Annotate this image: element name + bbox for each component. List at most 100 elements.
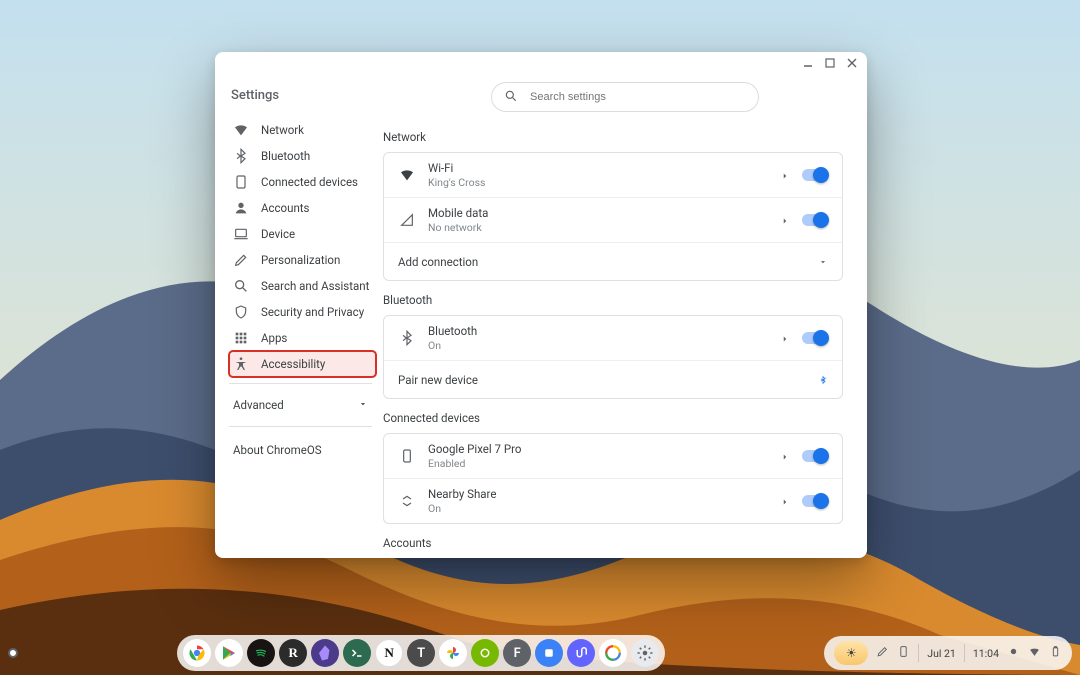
app-google-photos[interactable] bbox=[439, 639, 467, 667]
card-connected: Google Pixel 7 Pro Enabled Nearby Share … bbox=[383, 433, 843, 524]
sidebar-item-label: Search and Assistant bbox=[261, 279, 369, 293]
phone-toggle[interactable] bbox=[802, 450, 828, 462]
row-nearby-share[interactable]: Nearby Share On bbox=[384, 478, 842, 523]
mobile-data-toggle[interactable] bbox=[802, 214, 828, 226]
settings-window: Settings Network Bluetooth Connected dev… bbox=[215, 52, 867, 558]
search-input[interactable] bbox=[528, 90, 746, 104]
row-mobile-data[interactable]: Mobile data No network bbox=[384, 197, 842, 242]
shelf-app-row: R N T F bbox=[177, 635, 665, 671]
app-notion[interactable]: N bbox=[375, 639, 403, 667]
signal-icon bbox=[398, 212, 416, 228]
shelf: R N T F ☀ Jul 21 11:04 bbox=[0, 631, 1080, 675]
chevron-down-icon bbox=[818, 252, 828, 271]
chevron-right-icon bbox=[780, 166, 790, 185]
app-chrome[interactable] bbox=[183, 639, 211, 667]
app-todoist[interactable]: T bbox=[407, 639, 435, 667]
sidebar-item-accounts[interactable]: Accounts bbox=[229, 195, 376, 221]
window-minimize-button[interactable] bbox=[799, 54, 817, 72]
search-settings-box[interactable] bbox=[491, 82, 759, 112]
row-add-connection[interactable]: Add connection bbox=[384, 242, 842, 280]
laptop-icon bbox=[233, 226, 249, 242]
search-icon bbox=[233, 278, 249, 294]
sidebar-item-label: Apps bbox=[261, 331, 287, 345]
sidebar-item-label: Device bbox=[261, 227, 295, 241]
brush-icon bbox=[233, 252, 249, 268]
section-title-accounts: Accounts bbox=[383, 536, 843, 550]
wifi-toggle[interactable] bbox=[802, 169, 828, 181]
sidebar-item-label: Bluetooth bbox=[261, 149, 310, 163]
weather-pill[interactable]: ☀ bbox=[834, 641, 868, 665]
sidebar-item-label: Network bbox=[261, 123, 304, 137]
status-tray[interactable]: ☀ Jul 21 11:04 bbox=[824, 636, 1072, 670]
chevron-right-icon bbox=[780, 492, 790, 511]
app-title: Settings bbox=[231, 88, 376, 103]
sidebar-item-label: Security and Privacy bbox=[261, 305, 364, 319]
nav-divider bbox=[229, 426, 372, 427]
status-time: 11:04 bbox=[973, 647, 999, 660]
bluetooth-pair-icon bbox=[818, 370, 828, 389]
wifi-icon bbox=[233, 122, 249, 138]
sidebar-item-accessibility[interactable]: Accessibility bbox=[229, 351, 376, 377]
sidebar-item-device[interactable]: Device bbox=[229, 221, 376, 247]
window-titlebar bbox=[215, 52, 867, 74]
sidebar-item-search-assistant[interactable]: Search and Assistant bbox=[229, 273, 376, 299]
sidebar-item-label: Accounts bbox=[261, 201, 310, 215]
notification-dot-icon[interactable] bbox=[1007, 645, 1020, 661]
person-icon bbox=[233, 200, 249, 216]
bluetooth-icon bbox=[233, 148, 249, 164]
status-date: Jul 21 bbox=[927, 647, 956, 660]
sidebar-item-security[interactable]: Security and Privacy bbox=[229, 299, 376, 325]
sidebar-advanced[interactable]: Advanced bbox=[229, 390, 376, 420]
nearby-share-toggle[interactable] bbox=[802, 495, 828, 507]
battery-status-icon bbox=[1049, 645, 1062, 661]
nearby-share-icon bbox=[398, 493, 416, 509]
app-files[interactable]: F bbox=[503, 639, 531, 667]
chevron-right-icon bbox=[780, 211, 790, 230]
section-title-connected: Connected devices bbox=[383, 411, 843, 425]
app-spotify[interactable] bbox=[247, 639, 275, 667]
sidebar-item-connected-devices[interactable]: Connected devices bbox=[229, 169, 376, 195]
shield-icon bbox=[233, 304, 249, 320]
window-maximize-button[interactable] bbox=[821, 54, 839, 72]
separator bbox=[918, 644, 919, 662]
sidebar-item-network[interactable]: Network bbox=[229, 117, 376, 143]
settings-sidebar: Settings Network Bluetooth Connected dev… bbox=[215, 74, 383, 558]
phone-hub-icon[interactable] bbox=[897, 645, 910, 661]
row-pair-device[interactable]: Pair new device bbox=[384, 360, 842, 398]
row-bluetooth[interactable]: Bluetooth On bbox=[384, 316, 842, 360]
app-roon[interactable]: R bbox=[279, 639, 307, 667]
row-phone[interactable]: Google Pixel 7 Pro Enabled bbox=[384, 434, 842, 478]
wifi-icon bbox=[398, 167, 416, 183]
app-mastodon[interactable] bbox=[567, 639, 595, 667]
chevron-down-icon bbox=[358, 398, 368, 412]
sidebar-about[interactable]: About ChromeOS bbox=[229, 433, 376, 467]
card-network: Wi-Fi King's Cross Mobile data No networ… bbox=[383, 152, 843, 281]
stylus-icon[interactable] bbox=[876, 645, 889, 661]
sidebar-item-label: Accessibility bbox=[261, 357, 325, 371]
app-settings[interactable] bbox=[631, 639, 659, 667]
sidebar-item-label: Connected devices bbox=[261, 175, 358, 189]
sidebar-item-apps[interactable]: Apps bbox=[229, 325, 376, 351]
app-terminal[interactable] bbox=[343, 639, 371, 667]
devices-icon bbox=[233, 174, 249, 190]
nav-divider bbox=[229, 383, 372, 384]
settings-main: Network Wi-Fi King's Cross bbox=[383, 74, 867, 558]
search-icon bbox=[504, 88, 518, 107]
window-close-button[interactable] bbox=[843, 54, 861, 72]
app-nvidia[interactable] bbox=[471, 639, 499, 667]
section-title-bluetooth: Bluetooth bbox=[383, 293, 843, 307]
bluetooth-icon bbox=[398, 330, 416, 346]
app-play-store[interactable] bbox=[215, 639, 243, 667]
separator bbox=[964, 644, 965, 662]
bluetooth-toggle[interactable] bbox=[802, 332, 828, 344]
section-title-network: Network bbox=[383, 130, 843, 144]
launcher-button[interactable] bbox=[8, 648, 18, 658]
phone-icon bbox=[398, 448, 416, 464]
app-obsidian[interactable] bbox=[311, 639, 339, 667]
accessibility-icon bbox=[233, 356, 249, 372]
sidebar-item-personalization[interactable]: Personalization bbox=[229, 247, 376, 273]
app-bluesky[interactable] bbox=[535, 639, 563, 667]
app-google-keep[interactable] bbox=[599, 639, 627, 667]
sidebar-item-bluetooth[interactable]: Bluetooth bbox=[229, 143, 376, 169]
row-wifi[interactable]: Wi-Fi King's Cross bbox=[384, 153, 842, 197]
